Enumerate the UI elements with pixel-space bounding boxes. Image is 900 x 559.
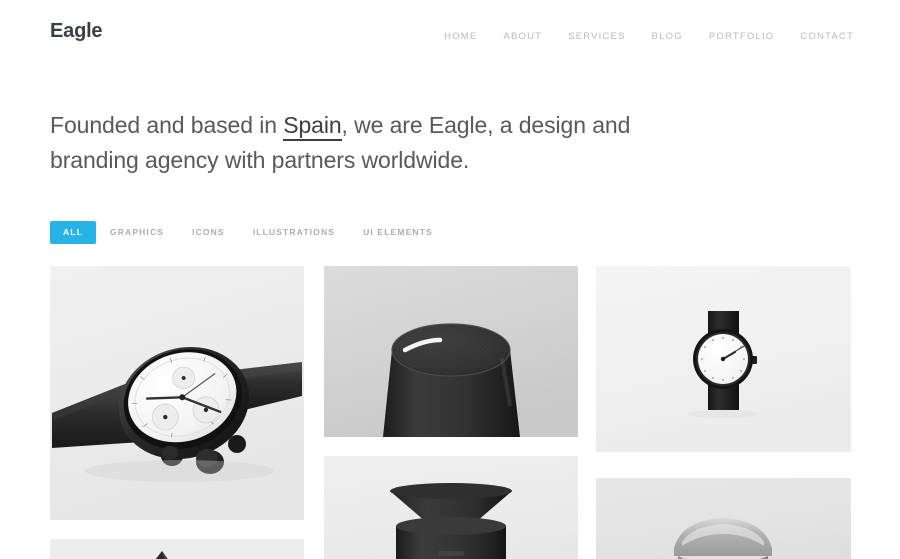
nav-link-portfolio[interactable]: PORTFOLIO xyxy=(696,30,788,43)
portfolio-item-base-speaker[interactable] xyxy=(324,456,578,559)
cone-speaker-top-image xyxy=(324,266,578,437)
portfolio-item-minimal-round-watch[interactable] xyxy=(596,266,851,452)
filter-all[interactable]: ALL xyxy=(50,221,96,244)
portfolio-item-black-chronograph-watch[interactable] xyxy=(50,266,304,520)
steel-watch-profile-image xyxy=(596,478,851,559)
nav-link-contact[interactable]: CONTACT xyxy=(787,30,854,43)
minimal-round-watch-image xyxy=(596,266,851,452)
filter-graphics[interactable]: GRAPHICS xyxy=(96,221,178,244)
portfolio-column-2 xyxy=(324,266,578,559)
portfolio-column-3 xyxy=(596,266,851,559)
portfolio-column-1 xyxy=(50,266,304,559)
black-chronograph-watch-image xyxy=(50,266,304,520)
filter-illustrations[interactable]: ILLUSTRATIONS xyxy=(239,221,349,244)
page-root: Eagle HOME ABOUT SERVICES BLOG PORTFOLIO… xyxy=(0,0,900,559)
nav-link-home[interactable]: HOME xyxy=(431,30,490,43)
main-navigation: HOME ABOUT SERVICES BLOG PORTFOLIO CONTA… xyxy=(431,30,854,43)
intro-headline: Founded and based in Spain, we are Eagle… xyxy=(50,108,670,178)
portfolio-filter-bar: ALL GRAPHICS ICONS ILLUSTRATIONS UI ELEM… xyxy=(50,221,447,244)
partial-product-tile-image xyxy=(50,539,304,559)
portfolio-item-cone-speaker-top[interactable] xyxy=(324,266,578,437)
base-speaker-image xyxy=(324,456,578,559)
site-logo[interactable]: Eagle xyxy=(50,20,103,42)
intro-highlight-spain: Spain xyxy=(283,112,342,141)
nav-link-services[interactable]: SERVICES xyxy=(555,30,638,43)
portfolio-item-steel-watch-profile[interactable] xyxy=(596,478,851,559)
portfolio-item-partial-product-tile[interactable] xyxy=(50,539,304,559)
intro-text-part1: Founded and based in xyxy=(50,112,284,138)
filter-ui-elements[interactable]: UI ELEMENTS xyxy=(349,221,447,244)
portfolio-grid xyxy=(50,266,851,559)
filter-icons[interactable]: ICONS xyxy=(178,221,239,244)
nav-link-blog[interactable]: BLOG xyxy=(639,30,696,43)
site-header: Eagle HOME ABOUT SERVICES BLOG PORTFOLIO… xyxy=(0,0,900,72)
nav-link-about[interactable]: ABOUT xyxy=(490,30,555,43)
